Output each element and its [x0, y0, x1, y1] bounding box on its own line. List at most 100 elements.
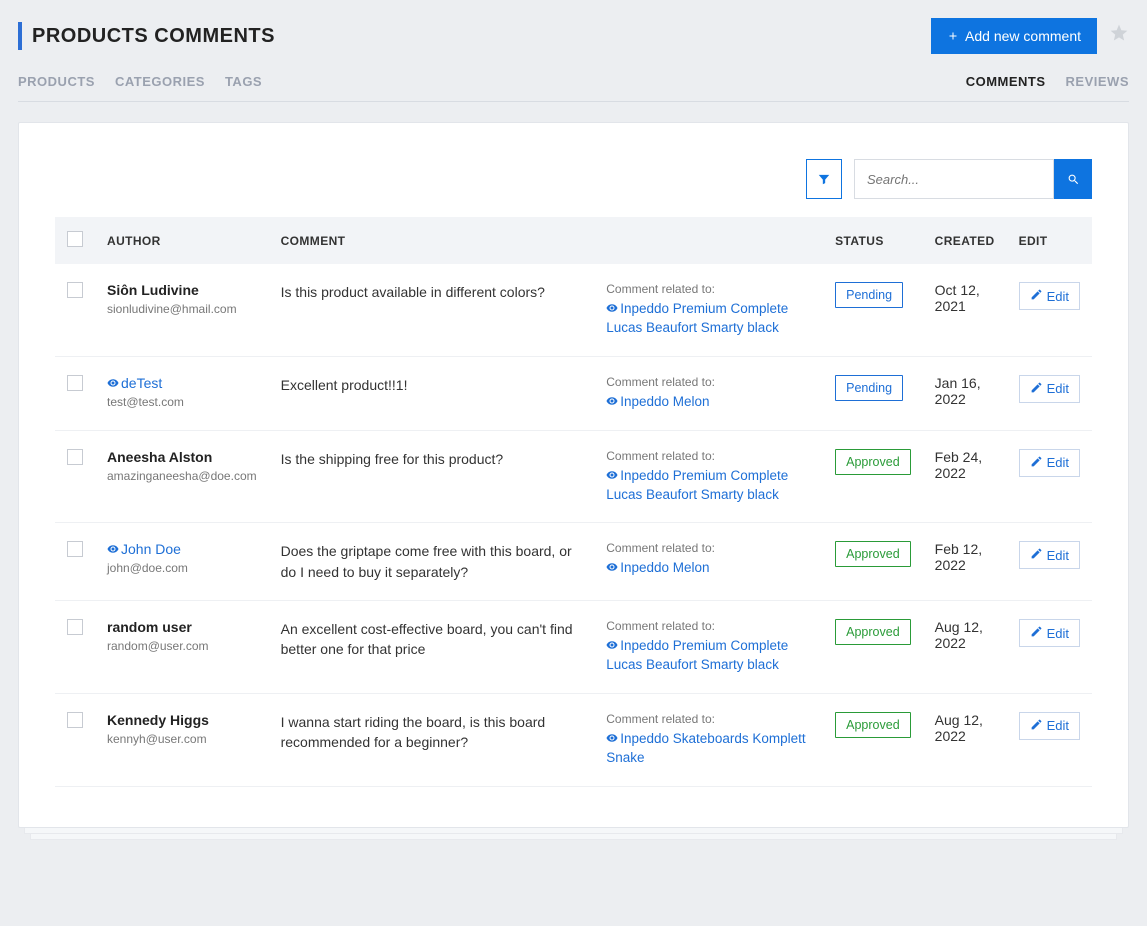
pencil-icon: [1030, 455, 1043, 471]
related-link[interactable]: Inpeddo Premium Complete Lucas Beaufort …: [606, 637, 811, 675]
related-label: Comment related to:: [606, 449, 811, 463]
pencil-icon: [1030, 547, 1043, 563]
author-email: random@user.com: [107, 639, 257, 653]
comment-text: I wanna start riding the board, is this …: [281, 712, 583, 753]
edit-label: Edit: [1047, 626, 1069, 641]
eye-icon: [606, 302, 618, 316]
eye-icon: [606, 561, 618, 575]
row-checkbox[interactable]: [67, 541, 83, 557]
edit-label: Edit: [1047, 548, 1069, 563]
author-email: amazinganeesha@doe.com: [107, 469, 257, 483]
pencil-icon: [1030, 625, 1043, 641]
col-comment: COMMENT: [269, 217, 595, 264]
pencil-icon: [1030, 288, 1043, 304]
eye-icon: [606, 395, 618, 409]
filter-button[interactable]: [806, 159, 842, 199]
edit-button[interactable]: Edit: [1019, 375, 1080, 403]
eye-icon: [606, 732, 618, 746]
author-email: kennyh@user.com: [107, 732, 257, 746]
created-date: Feb 24,2022: [923, 430, 1007, 523]
filter-icon: [817, 172, 831, 186]
author-email: test@test.com: [107, 395, 257, 409]
related-link[interactable]: Inpeddo Premium Complete Lucas Beaufort …: [606, 467, 811, 505]
comment-text: Does the griptape come free with this bo…: [281, 541, 583, 582]
table-row: deTest test@test.com Excellent product!!1!…: [55, 356, 1092, 430]
created-date: Feb 12,2022: [923, 523, 1007, 601]
eye-icon: [606, 639, 618, 653]
related-label: Comment related to:: [606, 541, 811, 555]
related-link[interactable]: Inpeddo Premium Complete Lucas Beaufort …: [606, 300, 811, 338]
tab-products[interactable]: PRODUCTS: [18, 66, 95, 101]
table-row: John Doe john@doe.com Does the griptape co…: [55, 523, 1092, 601]
edit-button[interactable]: Edit: [1019, 282, 1080, 310]
status-badge: Approved: [835, 712, 911, 738]
comment-text: Excellent product!!1!: [281, 375, 583, 395]
edit-label: Edit: [1047, 455, 1069, 470]
status-badge: Approved: [835, 619, 911, 645]
status-badge: Approved: [835, 541, 911, 567]
eye-icon: [606, 469, 618, 483]
created-date: Aug 12,2022: [923, 693, 1007, 786]
eye-icon: [107, 543, 119, 557]
add-comment-label: Add new comment: [965, 28, 1081, 44]
row-checkbox[interactable]: [67, 282, 83, 298]
related-label: Comment related to:: [606, 712, 811, 726]
author-name[interactable]: deTest: [107, 375, 257, 391]
created-date: Aug 12,2022: [923, 601, 1007, 694]
comment-text: Is the shipping free for this product?: [281, 449, 583, 469]
created-date: Oct 12,2021: [923, 264, 1007, 356]
edit-button[interactable]: Edit: [1019, 541, 1080, 569]
col-related: [594, 217, 823, 264]
page-title: PRODUCTS COMMENTS: [32, 25, 275, 48]
edit-label: Edit: [1047, 289, 1069, 304]
status-badge: Approved: [835, 449, 911, 475]
tab-comments[interactable]: COMMENTS: [966, 66, 1046, 101]
edit-button[interactable]: Edit: [1019, 712, 1080, 740]
eye-icon: [107, 377, 119, 391]
add-comment-button[interactable]: Add new comment: [931, 18, 1097, 54]
row-checkbox[interactable]: [67, 619, 83, 635]
row-checkbox[interactable]: [67, 449, 83, 465]
edit-button[interactable]: Edit: [1019, 449, 1080, 477]
row-checkbox[interactable]: [67, 375, 83, 391]
table-row: Aneesha Alston amazinganeesha@doe.com Is t…: [55, 430, 1092, 523]
comment-text: An excellent cost-effective board, you c…: [281, 619, 583, 660]
col-author: AUTHOR: [95, 217, 269, 264]
tab-categories[interactable]: CATEGORIES: [115, 66, 205, 101]
author-email: john@doe.com: [107, 561, 257, 575]
table-row: random user random@user.com An excellent c…: [55, 601, 1092, 694]
related-link[interactable]: Inpeddo Skateboards Komplett Snake: [606, 730, 811, 768]
title-accent-bar: [18, 22, 22, 50]
author-name: Aneesha Alston: [107, 449, 257, 465]
tab-tags[interactable]: TAGS: [225, 66, 262, 101]
search-button[interactable]: [1054, 159, 1092, 199]
search-input[interactable]: [854, 159, 1054, 199]
row-checkbox[interactable]: [67, 712, 83, 728]
status-badge: Pending: [835, 282, 903, 308]
pencil-icon: [1030, 381, 1043, 397]
tab-reviews[interactable]: REVIEWS: [1066, 66, 1129, 101]
created-date: Jan 16,2022: [923, 356, 1007, 430]
author-email: sionludivine@hmail.com: [107, 302, 257, 316]
related-link[interactable]: Inpeddo Melon: [606, 393, 811, 412]
edit-label: Edit: [1047, 718, 1069, 733]
col-status: STATUS: [823, 217, 923, 264]
related-link[interactable]: Inpeddo Melon: [606, 559, 811, 578]
star-icon[interactable]: [1109, 23, 1129, 49]
author-name: Siôn Ludivine: [107, 282, 257, 298]
pencil-icon: [1030, 718, 1043, 734]
search-icon: [1067, 173, 1080, 186]
author-name[interactable]: John Doe: [107, 541, 257, 557]
author-name: random user: [107, 619, 257, 635]
table-row: Kennedy Higgskennyh@user.comI wanna star…: [55, 693, 1092, 786]
comment-text: Is this product available in different c…: [281, 282, 583, 302]
col-edit: EDIT: [1007, 217, 1092, 264]
col-created: CREATED: [923, 217, 1007, 264]
status-badge: Pending: [835, 375, 903, 401]
related-label: Comment related to:: [606, 282, 811, 296]
related-label: Comment related to:: [606, 375, 811, 389]
table-row: Siôn Ludivine sionludivine@hmail.com Is th…: [55, 264, 1092, 356]
select-all-checkbox[interactable]: [67, 231, 83, 247]
edit-button[interactable]: Edit: [1019, 619, 1080, 647]
plus-icon: [947, 30, 959, 42]
